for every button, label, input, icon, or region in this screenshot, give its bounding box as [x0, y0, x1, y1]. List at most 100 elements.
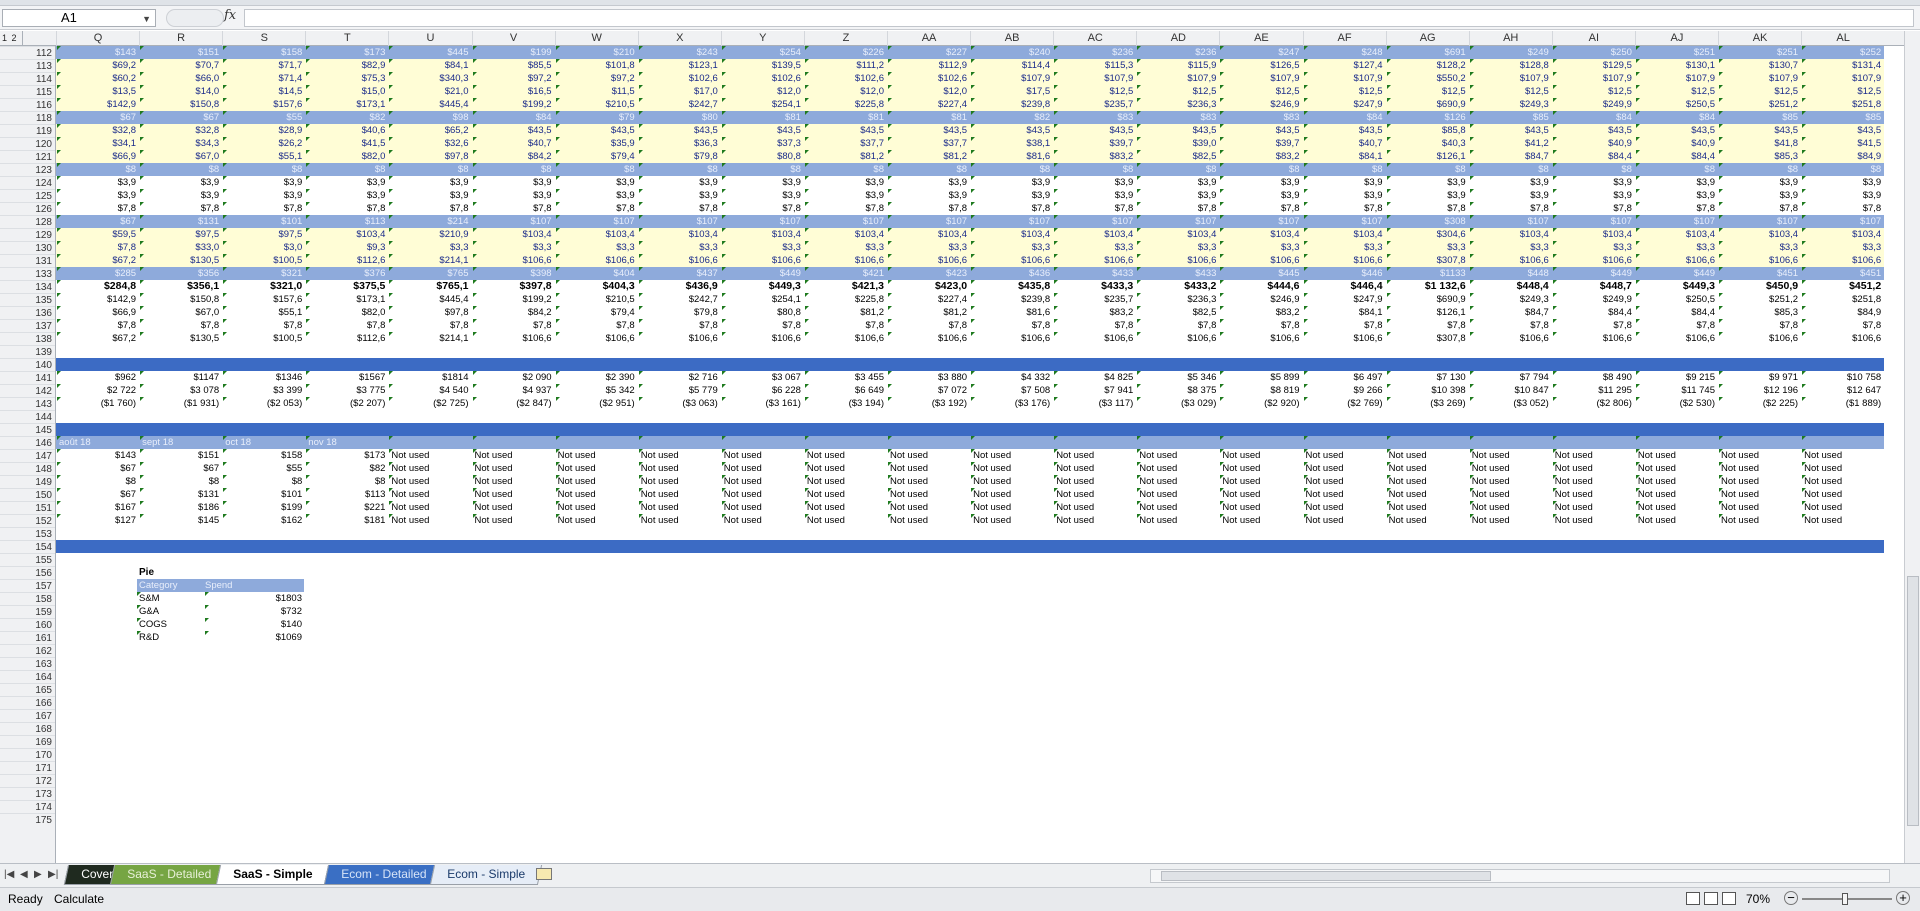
cell[interactable]: Not used — [721, 514, 804, 527]
cell[interactable]: $41,5 — [305, 137, 388, 150]
cell[interactable]: $3,3 — [472, 241, 555, 254]
cell[interactable]: Not used — [1053, 501, 1136, 514]
cell[interactable]: ($3 192) — [887, 397, 970, 410]
cell[interactable]: $143 — [56, 449, 139, 462]
cell[interactable]: $129,5 — [1552, 59, 1635, 72]
cell[interactable]: Not used — [1303, 475, 1386, 488]
horizontal-scrollbar[interactable] — [1150, 869, 1890, 883]
row-header[interactable]: 173 — [0, 787, 55, 800]
cell[interactable]: $8 — [139, 475, 222, 488]
cell[interactable]: $82,0 — [305, 150, 388, 163]
cell[interactable]: $102,6 — [721, 72, 804, 85]
cell[interactable]: Not used — [388, 449, 471, 462]
cell[interactable]: Not used — [1386, 462, 1469, 475]
cell[interactable]: $236 — [1136, 46, 1219, 59]
column-header[interactable]: AA — [887, 31, 970, 46]
cell[interactable]: $8 — [555, 163, 638, 176]
cell[interactable]: $8 — [1552, 163, 1635, 176]
cell[interactable]: $451 — [1718, 267, 1801, 280]
cell[interactable]: $250,5 — [1635, 293, 1718, 306]
cell[interactable]: $3,9 — [721, 176, 804, 189]
cell[interactable]: $3,9 — [970, 189, 1053, 202]
cell[interactable]: $433 — [1136, 267, 1219, 280]
zoom-in-icon[interactable]: + — [1896, 891, 1910, 905]
cell[interactable]: $3,9 — [139, 176, 222, 189]
pie-category[interactable]: G&A — [139, 605, 159, 618]
cell[interactable]: Not used — [388, 514, 471, 527]
cell[interactable]: $85,5 — [472, 59, 555, 72]
cell[interactable]: $3,3 — [1303, 241, 1386, 254]
cell[interactable]: $123,1 — [638, 59, 721, 72]
column-header[interactable]: AB — [970, 31, 1053, 46]
cell[interactable]: $250 — [1552, 46, 1635, 59]
cell[interactable]: Not used — [1136, 462, 1219, 475]
cell[interactable]: $173 — [305, 46, 388, 59]
row-header[interactable]: 116 — [0, 98, 55, 111]
cell[interactable]: $97,5 — [222, 228, 305, 241]
cell[interactable]: Not used — [887, 475, 970, 488]
cell[interactable]: $3,3 — [1552, 241, 1635, 254]
cell[interactable]: $214,1 — [388, 254, 471, 267]
cell[interactable]: $65,2 — [388, 124, 471, 137]
cell[interactable]: $28,9 — [222, 124, 305, 137]
column-header[interactable]: W — [554, 31, 638, 46]
cell[interactable]: $83 — [1053, 111, 1136, 124]
cell[interactable]: $1147 — [139, 371, 222, 384]
cell[interactable]: $2 716 — [638, 371, 721, 384]
cell[interactable]: $107,9 — [1718, 72, 1801, 85]
cell[interactable]: $43,5 — [887, 124, 970, 137]
cell[interactable]: $3,9 — [638, 189, 721, 202]
cell[interactable]: $12,5 — [1386, 85, 1469, 98]
cell[interactable]: $102,6 — [887, 72, 970, 85]
cell[interactable]: Not used — [721, 449, 804, 462]
cell[interactable]: ($2 806) — [1552, 397, 1635, 410]
cell[interactable]: $3,3 — [887, 241, 970, 254]
cell[interactable]: $85 — [1718, 111, 1801, 124]
cell[interactable]: $448,7 — [1552, 280, 1635, 293]
chevron-down-icon[interactable]: ▼ — [142, 11, 151, 27]
cell[interactable]: $83,2 — [1219, 150, 1302, 163]
cell[interactable]: $12 647 — [1801, 384, 1884, 397]
cell[interactable]: Not used — [970, 514, 1053, 527]
cell[interactable]: $106,6 — [472, 254, 555, 267]
cell[interactable]: Not used — [1136, 501, 1219, 514]
cell[interactable]: $251,8 — [1801, 98, 1884, 111]
cell[interactable]: Not used — [970, 475, 1053, 488]
cell[interactable]: $17,0 — [638, 85, 721, 98]
cell[interactable]: $128,2 — [1386, 59, 1469, 72]
cell[interactable]: $14,0 — [139, 85, 222, 98]
cell[interactable]: $12,5 — [1635, 85, 1718, 98]
cell[interactable]: $249,3 — [1469, 293, 1552, 306]
cell[interactable]: $106,6 — [721, 332, 804, 345]
cell[interactable]: $691 — [1386, 46, 1469, 59]
cell[interactable]: Not used — [1635, 488, 1718, 501]
cell[interactable]: Not used — [1053, 488, 1136, 501]
cell[interactable]: sept 18 — [139, 436, 222, 449]
row-header[interactable]: 115 — [0, 85, 55, 98]
sheet-tab[interactable]: Ecom - Simple — [429, 865, 543, 885]
row-header[interactable]: 125 — [0, 189, 55, 202]
cell[interactable]: $3,3 — [638, 241, 721, 254]
cell[interactable]: $7,8 — [887, 319, 970, 332]
cell[interactable]: Not used — [1718, 475, 1801, 488]
cell[interactable]: $3,3 — [1635, 241, 1718, 254]
cell[interactable]: $32,6 — [388, 137, 471, 150]
cell[interactable]: $83,2 — [1219, 306, 1302, 319]
cell[interactable]: ($3 063) — [638, 397, 721, 410]
cell[interactable]: Not used — [472, 488, 555, 501]
cell[interactable]: Not used — [1303, 501, 1386, 514]
cell[interactable]: $3,9 — [222, 189, 305, 202]
cell[interactable]: $240 — [970, 46, 1053, 59]
zoom-slider-knob[interactable] — [1842, 893, 1848, 905]
row-header[interactable]: 168 — [0, 722, 55, 735]
cell[interactable]: $1814 — [388, 371, 471, 384]
column-header[interactable]: AK — [1718, 31, 1801, 46]
cell[interactable]: Not used — [1718, 514, 1801, 527]
cell[interactable]: Not used — [1386, 514, 1469, 527]
cell[interactable]: $199 — [222, 501, 305, 514]
cell[interactable]: Not used — [388, 501, 471, 514]
cell[interactable]: $106,6 — [721, 254, 804, 267]
cell[interactable]: $107,9 — [1053, 72, 1136, 85]
cell[interactable]: $85 — [1469, 111, 1552, 124]
cell[interactable]: Not used — [804, 514, 887, 527]
